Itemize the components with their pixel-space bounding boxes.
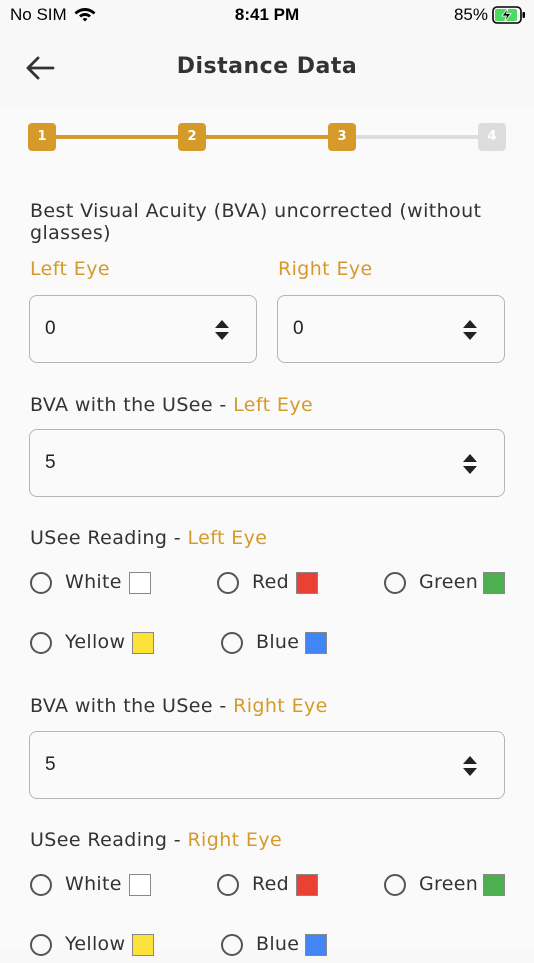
app-header: Distance Data [0,30,534,106]
red-swatch [296,874,318,896]
battery-charging-icon [492,6,525,24]
radio-label: Blue [256,933,300,955]
right-eye-label: Right Eye [278,258,373,280]
usee-reading-right-options-row2: Yellow Blue [30,931,510,963]
page-title: Distance Data [176,54,358,79]
radio-label: Green [419,873,479,895]
left-eye-bva-value: 0 [45,318,56,339]
bva-usee-left-prefix: BVA with the USee - [30,394,234,416]
green-swatch [483,572,505,594]
bva-usee-right-value: 5 [45,754,56,775]
radio-circle[interactable] [30,934,52,956]
radio-label: Red [252,571,289,593]
bva-uncorrected-label: Best Visual Acuity (BVA) uncorrected (wi… [30,200,481,244]
usee-reading-left-options-row2: Yellow Blue [30,629,510,661]
left-eye-bva-select[interactable]: 0 [29,295,257,363]
yellow-swatch [132,934,154,956]
progress-stepper: 1 2 3 4 [28,123,506,151]
radio-circle[interactable] [30,874,52,896]
bva-usee-left-select[interactable]: 5 [29,429,505,497]
left-eye-label: Left Eye [30,258,110,280]
bva-usee-right-label: BVA with the USee - Right Eye [30,695,328,717]
bva-usee-right-eye: Right Eye [233,695,328,717]
updown-arrows-icon [463,454,477,474]
updown-arrows-icon [463,320,477,340]
yellow-swatch [132,632,154,654]
usee-reading-right-label: USee Reading - Right Eye [30,829,282,851]
usee-reading-right-prefix: USee Reading - [30,829,188,851]
usee-reading-left-eye: Left Eye [187,527,268,549]
radio-circle[interactable] [217,572,239,594]
usee-reading-right-eye: Right Eye [187,829,283,851]
radio-circle[interactable] [217,874,239,896]
battery-percent: 85% [453,5,488,24]
bva-usee-left-label: BVA with the USee - Left Eye [30,394,313,416]
green-swatch [483,874,505,896]
radio-label: Blue [256,631,300,653]
radio-label: Red [252,873,289,895]
radio-label: Yellow [65,933,126,955]
blue-swatch [305,632,327,654]
radio-label: White [65,571,122,593]
radio-label: Yellow [65,631,126,653]
stepper-line-3 [342,135,492,139]
right-eye-bva-value: 0 [293,318,304,339]
radio-circle[interactable] [30,632,52,654]
bva-usee-left-value: 5 [45,452,56,473]
status-bar: No SIM 8:41 PM 85% [0,0,534,30]
stepper-line-1 [42,135,192,139]
red-swatch [296,572,318,594]
form-content: 1 2 3 4 Best Visual Acuity (BVA) uncorre… [0,106,534,956]
bva-uncorrected-label-line2: glasses) [30,222,111,244]
stepper-line-2 [192,135,342,139]
usee-reading-left-label: USee Reading - Left Eye [30,527,267,549]
usee-reading-left-options-row1: White Red Green [30,569,510,601]
step-2[interactable]: 2 [178,123,206,151]
radio-label: White [65,873,122,895]
step-3[interactable]: 3 [328,123,356,151]
updown-arrows-icon [215,320,229,340]
blue-swatch [305,934,327,956]
step-4[interactable]: 4 [478,123,506,151]
usee-reading-left-prefix: USee Reading - [30,527,188,549]
radio-circle[interactable] [221,632,243,654]
radio-circle[interactable] [221,934,243,956]
radio-circle[interactable] [30,572,52,594]
white-swatch [129,874,151,896]
updown-arrows-icon [463,756,477,776]
step-1[interactable]: 1 [28,123,56,151]
radio-circle[interactable] [384,874,406,896]
bva-usee-right-prefix: BVA with the USee - [30,695,234,717]
white-swatch [129,572,151,594]
radio-label: Green [419,571,479,593]
right-eye-bva-select[interactable]: 0 [277,295,505,363]
radio-circle[interactable] [384,572,406,594]
bva-usee-left-eye: Left Eye [233,394,314,416]
bva-uncorrected-label-line1: Best Visual Acuity (BVA) uncorrected (wi… [30,200,482,222]
bva-usee-right-select[interactable]: 5 [29,731,505,799]
usee-reading-right-options-row1: White Red Green [30,871,510,903]
